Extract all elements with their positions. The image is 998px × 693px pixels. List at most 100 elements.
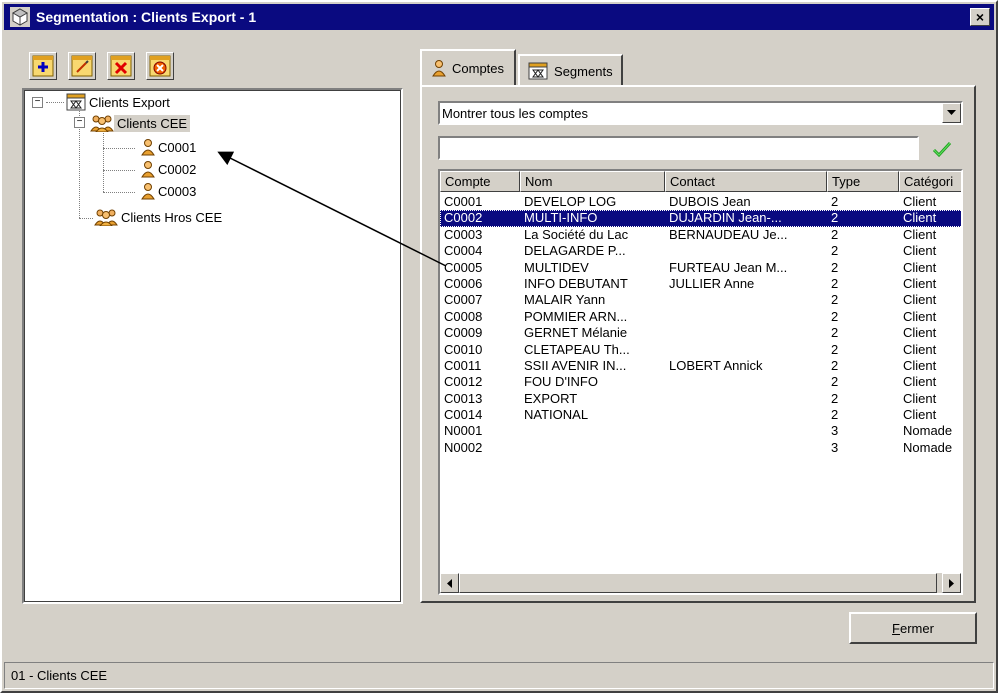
tab-label: Segments bbox=[554, 63, 613, 79]
table-row[interactable]: C0009 GERNET Mélanie 2 Client bbox=[440, 325, 961, 341]
tree-item-c0002[interactable]: C0002 bbox=[141, 159, 199, 179]
table-cell bbox=[665, 423, 827, 439]
chevron-down-icon bbox=[947, 110, 956, 115]
table-cell: N0001 bbox=[444, 423, 483, 439]
table-row[interactable]: C0007 MALAIR Yann 2 Client bbox=[440, 292, 961, 308]
tree-connector bbox=[46, 102, 64, 103]
account-filter-select[interactable]: Montrer tous les comptes bbox=[438, 101, 963, 125]
tree-item-c0001[interactable]: C0001 bbox=[141, 137, 199, 157]
scroll-right-button[interactable] bbox=[942, 573, 961, 593]
table-row[interactable]: C0010 CLETAPEAU Th... 2 Client bbox=[440, 341, 961, 358]
table-cell: C0008 bbox=[444, 308, 483, 324]
table-row[interactable]: N0002 3 Nomade bbox=[440, 439, 961, 456]
tree-item-clients-cee[interactable]: Clients CEE bbox=[90, 113, 191, 133]
column-header[interactable]: Contact bbox=[665, 171, 827, 192]
table-row[interactable]: C0011 SSII AVENIR IN... LOBERT Annick 2 Clie… bbox=[440, 357, 961, 374]
tab-comptes[interactable]: Comptes bbox=[420, 49, 517, 85]
add-icon bbox=[32, 55, 54, 77]
tab-segments[interactable]: Segments bbox=[518, 54, 623, 86]
table-row[interactable]: C0004 DELAGARDE P... 2 Client bbox=[440, 243, 961, 259]
table-row[interactable]: C0012 FOU D'INFO 2 Client bbox=[440, 374, 961, 390]
delete-segment-button[interactable] bbox=[107, 52, 135, 80]
table-cell bbox=[665, 391, 827, 407]
table-cell: C0009 bbox=[444, 325, 483, 341]
checkmark-icon[interactable] bbox=[929, 140, 955, 158]
table-cell: 2 bbox=[831, 226, 839, 242]
tree-item-clients-hros-cee[interactable]: Clients Hros CEE bbox=[94, 207, 225, 227]
list-header: Compte Nom Contact Type Catégori bbox=[440, 171, 961, 192]
window-title: Segmentation : Clients Export - 1 bbox=[36, 9, 257, 25]
table-cell: 2 bbox=[831, 308, 839, 324]
table-row[interactable]: C0003 La Société du Lac BERNAUDEAU Je... 2 C… bbox=[440, 226, 961, 243]
tree-item-label: C0002 bbox=[158, 161, 197, 177]
table-cell: 2 bbox=[831, 292, 839, 308]
segment-icon bbox=[66, 93, 86, 111]
table-cell: Client bbox=[903, 259, 937, 275]
table-cell: C0013 bbox=[444, 390, 483, 406]
column-header[interactable]: Catégori bbox=[899, 171, 961, 192]
table-cell: N0002 bbox=[444, 439, 483, 455]
table-row[interactable]: C0008 POMMIER ARN... 2 Client bbox=[440, 308, 961, 325]
comptes-panel: Montrer tous les comptes Compte Nom Contac… bbox=[420, 85, 976, 603]
table-cell: Client bbox=[903, 243, 937, 259]
tree-item-root[interactable]: Clients Export bbox=[66, 92, 173, 112]
group-people-icon bbox=[90, 115, 114, 132]
table-cell: Client bbox=[903, 194, 937, 209]
table-cell: Client bbox=[903, 292, 937, 308]
horizontal-scrollbar[interactable] bbox=[440, 573, 961, 593]
tree-item-c0003[interactable]: C0003 bbox=[141, 181, 199, 201]
table-cell: 2 bbox=[831, 341, 839, 357]
table-cell: Client bbox=[903, 226, 937, 242]
scroll-thumb[interactable] bbox=[459, 573, 937, 593]
add-segment-button[interactable] bbox=[29, 52, 57, 80]
table-cell: C0014 bbox=[444, 407, 483, 423]
scroll-left-button[interactable] bbox=[440, 573, 459, 593]
title-bar[interactable]: Segmentation : Clients Export - 1 × bbox=[4, 4, 994, 30]
collapse-toggle[interactable]: − bbox=[74, 117, 85, 128]
table-cell: C0002 bbox=[444, 210, 483, 226]
table-cell: C0003 bbox=[444, 226, 483, 242]
edit-segment-button[interactable] bbox=[68, 52, 96, 80]
table-row[interactable]: C0005 MULTIDEV FURTEAU Jean M... 2 Client bbox=[440, 259, 961, 276]
table-cell: C0004 bbox=[444, 243, 483, 259]
table-cell: Nomade bbox=[903, 423, 953, 439]
collapse-toggle[interactable]: − bbox=[32, 97, 43, 108]
segment-icon bbox=[528, 62, 548, 80]
search-input[interactable] bbox=[438, 136, 919, 160]
table-cell: 2 bbox=[831, 259, 839, 275]
table-cell: Client bbox=[903, 357, 937, 373]
table-row[interactable]: C0014 NATIONAL 2 Client bbox=[440, 407, 961, 423]
tree-connector bbox=[103, 192, 135, 193]
table-cell: C0010 bbox=[444, 341, 483, 357]
column-header[interactable]: Nom bbox=[520, 171, 665, 192]
table-cell: 2 bbox=[831, 407, 839, 423]
window-close-button[interactable]: × bbox=[970, 8, 990, 26]
table-row[interactable]: C0001 DEVELOP LOG DUBOIS Jean 2 Client bbox=[440, 194, 961, 210]
table-row[interactable]: C0013 EXPORT 2 Client bbox=[440, 390, 961, 407]
table-cell: JULLIER Anne bbox=[669, 275, 755, 291]
status-bar: 01 - Clients CEE bbox=[4, 662, 994, 689]
remove-all-button[interactable] bbox=[146, 52, 174, 80]
column-header[interactable]: Compte bbox=[440, 171, 520, 192]
table-cell: Client bbox=[903, 390, 937, 406]
tree-item-label: Clients Hros CEE bbox=[121, 209, 223, 225]
table-cell: 2 bbox=[831, 275, 839, 291]
table-cell: BERNAUDEAU Je... bbox=[669, 226, 788, 242]
table-row[interactable]: C0002 MULTI-INFO DUJARDIN Jean-... 2 Client bbox=[440, 210, 961, 227]
column-header[interactable]: Type bbox=[827, 171, 899, 192]
fermer-label: Fermer bbox=[892, 620, 934, 636]
table-cell: Client bbox=[903, 275, 937, 291]
table-row[interactable]: N0001 3 Nomade bbox=[440, 423, 961, 439]
table-cell: 3 bbox=[831, 439, 839, 455]
table-cell: CLETAPEAU Th... bbox=[524, 341, 630, 357]
dropdown-button[interactable] bbox=[942, 103, 961, 123]
table-cell: Nomade bbox=[903, 439, 953, 455]
accounts-list[interactable]: Compte Nom Contact Type Catégori C0001 DEVELO… bbox=[438, 169, 963, 595]
table-cell: Client bbox=[903, 325, 937, 341]
table-cell: MULTIDEV bbox=[524, 259, 589, 275]
person-icon bbox=[432, 60, 446, 77]
fermer-button[interactable]: Fermer bbox=[849, 612, 977, 644]
tree-item-label: Clients CEE bbox=[114, 114, 191, 132]
segment-tree[interactable]: − Clients Export − Clients CEE C0001 C00… bbox=[22, 88, 403, 604]
table-row[interactable]: C0006 INFO DEBUTANT JULLIER Anne 2 Client bbox=[440, 275, 961, 292]
